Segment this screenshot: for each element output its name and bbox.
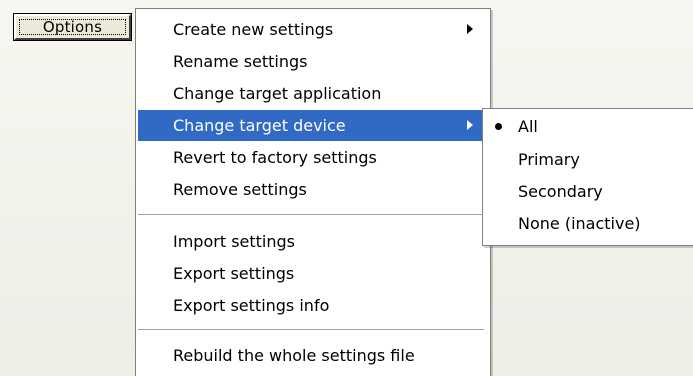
submenu-item-secondary[interactable]: Secondary (484, 176, 693, 207)
menu-item-change-target-application[interactable]: Change target application (138, 78, 488, 109)
submenu-item-none-inactive[interactable]: None (inactive) (484, 208, 693, 239)
options-button[interactable]: Options (13, 13, 132, 41)
menu-separator (138, 214, 484, 216)
submenu-item-label: None (inactive) (518, 214, 641, 233)
submenu-item-label: All (518, 117, 538, 136)
menu-separator (138, 329, 484, 331)
menu-item-label: Import settings (173, 232, 295, 251)
bullet-icon (495, 123, 502, 130)
menu-item-label: Rebuild the whole settings file (173, 346, 415, 365)
menu-item-label: Change target device (173, 116, 346, 135)
menu-item-remove-settings[interactable]: Remove settings (138, 174, 488, 205)
menu-item-export-settings[interactable]: Export settings (138, 258, 488, 289)
menu-item-label: Rename settings (173, 52, 308, 71)
menu-item-label: Change target application (173, 84, 382, 103)
menu-item-label: Revert to factory settings (173, 148, 377, 167)
menu-item-create-new-settings[interactable]: Create new settings (138, 14, 488, 45)
chevron-right-icon (467, 24, 473, 34)
submenu-item-all[interactable]: All (484, 111, 693, 142)
menu-item-export-settings-info[interactable]: Export settings info (138, 290, 488, 321)
menu-item-rebuild-settings-file[interactable]: Rebuild the whole settings file (138, 340, 488, 371)
menu-item-label: Export settings info (173, 296, 330, 315)
target-device-submenu: All Primary Secondary None (inactive) (482, 108, 693, 246)
menu-item-revert-to-factory-settings[interactable]: Revert to factory settings (138, 142, 488, 173)
chevron-right-icon (467, 120, 473, 130)
focus-rectangle (19, 19, 126, 35)
menu-item-label: Export settings (173, 264, 295, 283)
menu-item-label: Remove settings (173, 180, 307, 199)
menu-item-import-settings[interactable]: Import settings (138, 226, 488, 257)
menu-item-change-target-device[interactable]: Change target device (138, 110, 488, 141)
submenu-item-label: Secondary (518, 182, 603, 201)
menu-item-rename-settings[interactable]: Rename settings (138, 46, 488, 77)
options-menu: Create new settings Rename settings Chan… (135, 8, 491, 376)
submenu-item-primary[interactable]: Primary (484, 144, 693, 175)
menu-item-label: Create new settings (173, 20, 334, 39)
submenu-item-label: Primary (518, 150, 580, 169)
